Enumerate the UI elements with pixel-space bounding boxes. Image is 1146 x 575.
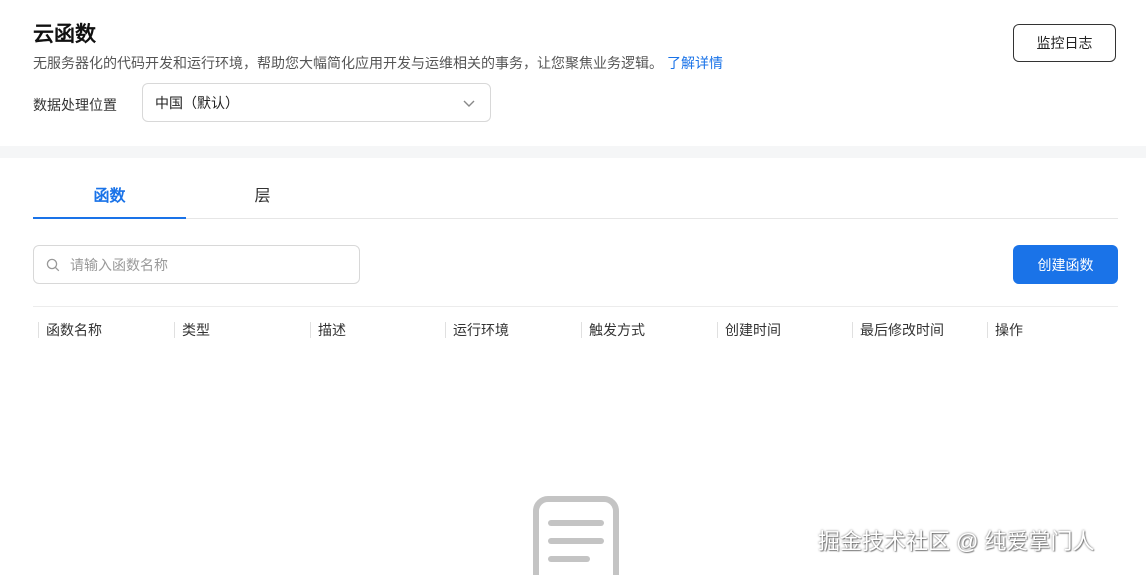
tab-layers[interactable]: 层 [186,170,339,218]
page-header: 云函数 无服务器化的代码开发和运行环境，帮助您大幅简化应用开发与运维相关的事务，… [0,0,1146,146]
section-divider [0,146,1146,158]
create-function-button[interactable]: 创建函数 [1013,245,1118,284]
column-header-name: 函数名称 [38,307,102,353]
description-text: 无服务器化的代码开发和运行环境，帮助您大幅简化应用开发与运维相关的事务，让您聚焦… [33,55,663,71]
tab-bar: 函数 层 [33,170,1118,219]
page-title: 云函数 [33,23,96,46]
region-label: 数据处理位置 [33,97,117,113]
column-header-description: 描述 [310,307,346,353]
region-value: 中国（默认） [155,94,239,111]
page-description: 无服务器化的代码开发和运行环境，帮助您大幅简化应用开发与运维相关的事务，让您聚焦… [33,53,723,73]
column-header-created: 创建时间 [717,307,781,353]
region-select[interactable]: 中国（默认） [142,83,491,122]
column-header-modified: 最后修改时间 [852,307,944,353]
tab-functions[interactable]: 函数 [33,170,186,219]
search-box[interactable] [33,245,360,284]
search-input[interactable] [68,255,332,274]
empty-document-icon [533,496,619,575]
column-header-runtime: 运行环境 [445,307,509,353]
column-header-actions: 操作 [987,307,1023,353]
watermark: 掘金技术社区 @ 纯爱掌门人 [818,529,1095,554]
column-header-trigger: 触发方式 [581,307,645,353]
monitor-logs-button[interactable]: 监控日志 [1013,24,1116,62]
chevron-down-icon [463,100,475,107]
column-header-type: 类型 [174,307,210,353]
learn-more-link[interactable]: 了解详情 [667,55,723,71]
search-icon [46,258,60,271]
table-header: 函数名称 类型 描述 运行环境 触发方式 创建时间 最后修改时间 操作 [33,306,1118,353]
